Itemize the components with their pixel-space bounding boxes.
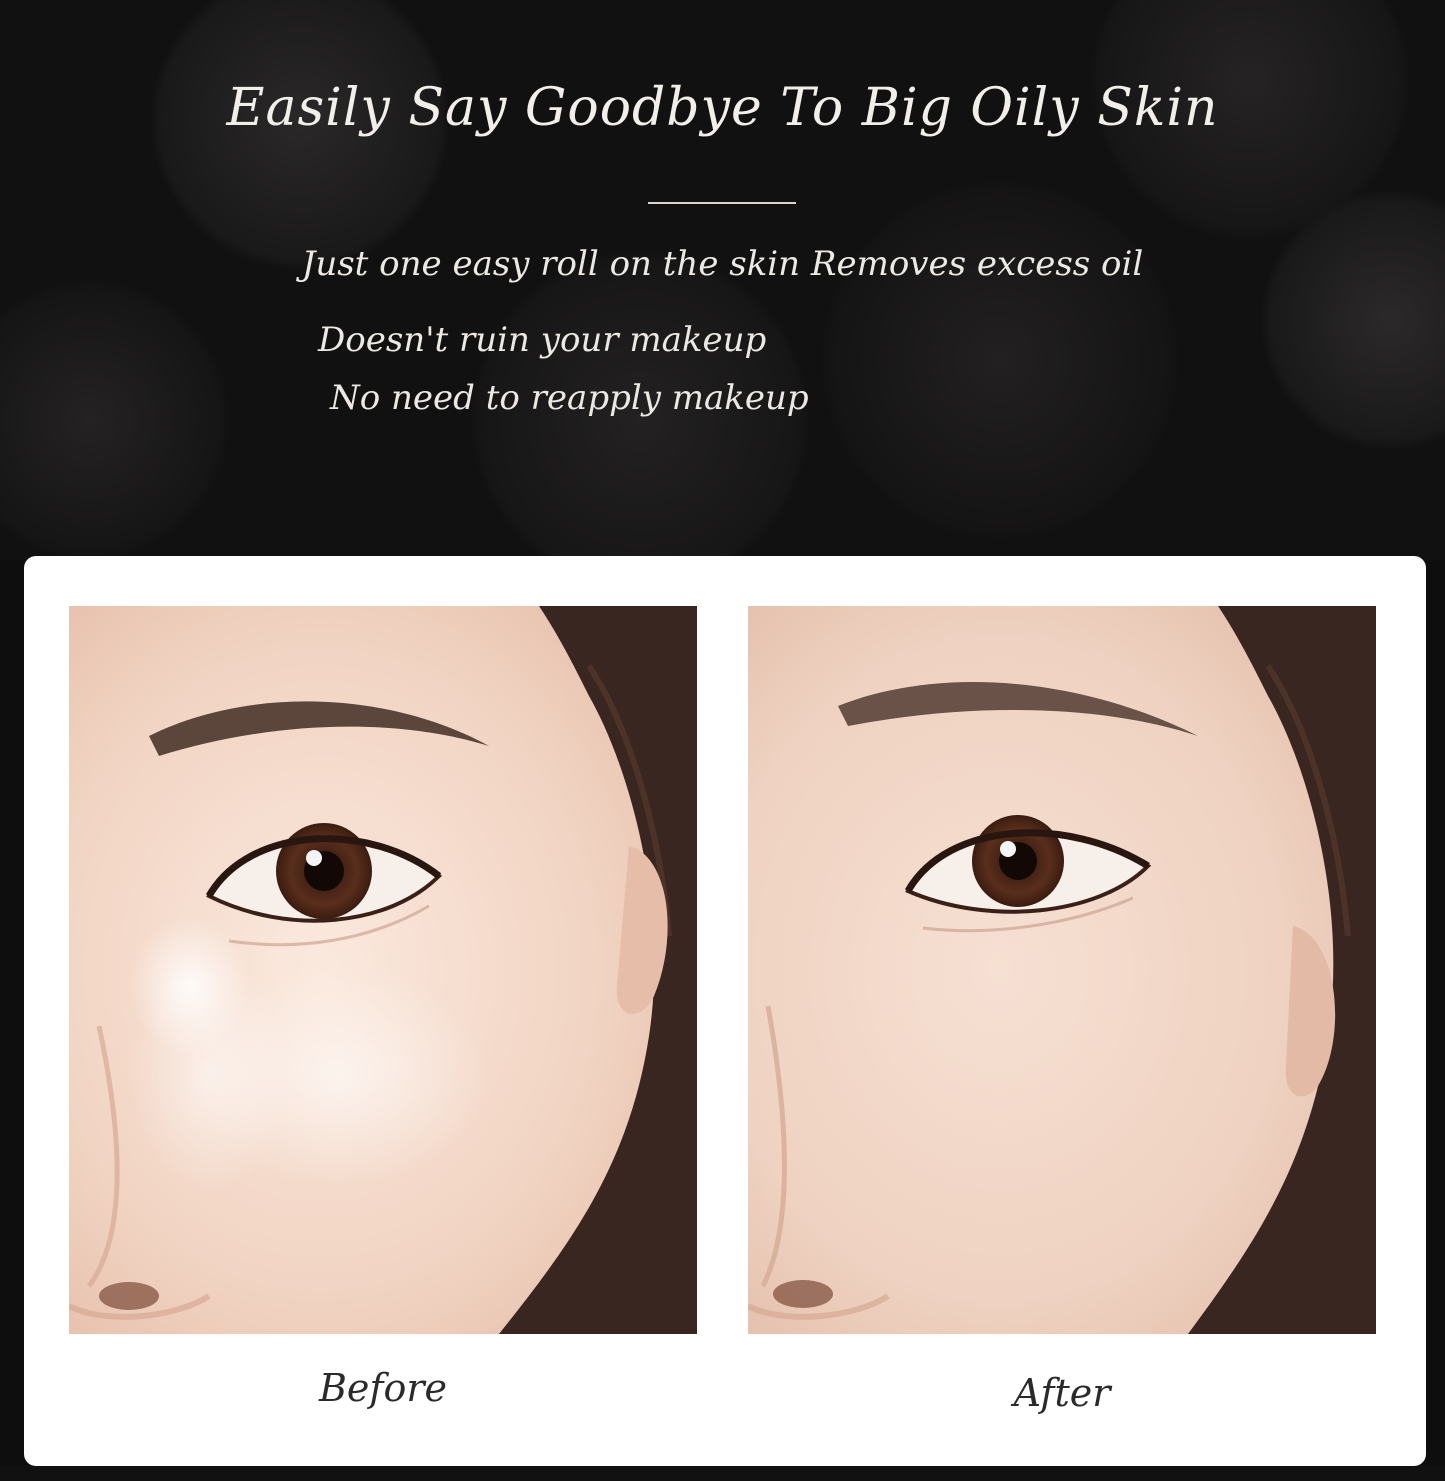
before-photo [69,606,697,1334]
after-label: After [1013,1371,1111,1415]
title-divider [648,202,796,204]
headline: Easily Say Goodbye To Big Oily Skin [226,78,1219,138]
bottom-strip [0,1466,1445,1481]
benefit-line-3: No need to reapply makeup [330,378,809,418]
benefit-line-2: Doesn't ruin your makeup [318,320,767,360]
after-photo [748,606,1376,1334]
benefit-line-1: Just one easy roll on the skin Removes e… [301,244,1144,284]
before-label: Before [318,1366,447,1410]
comparison-card: Before After [24,556,1426,1466]
hero-banner: Easily Say Goodbye To Big Oily Skin Just… [0,0,1445,560]
